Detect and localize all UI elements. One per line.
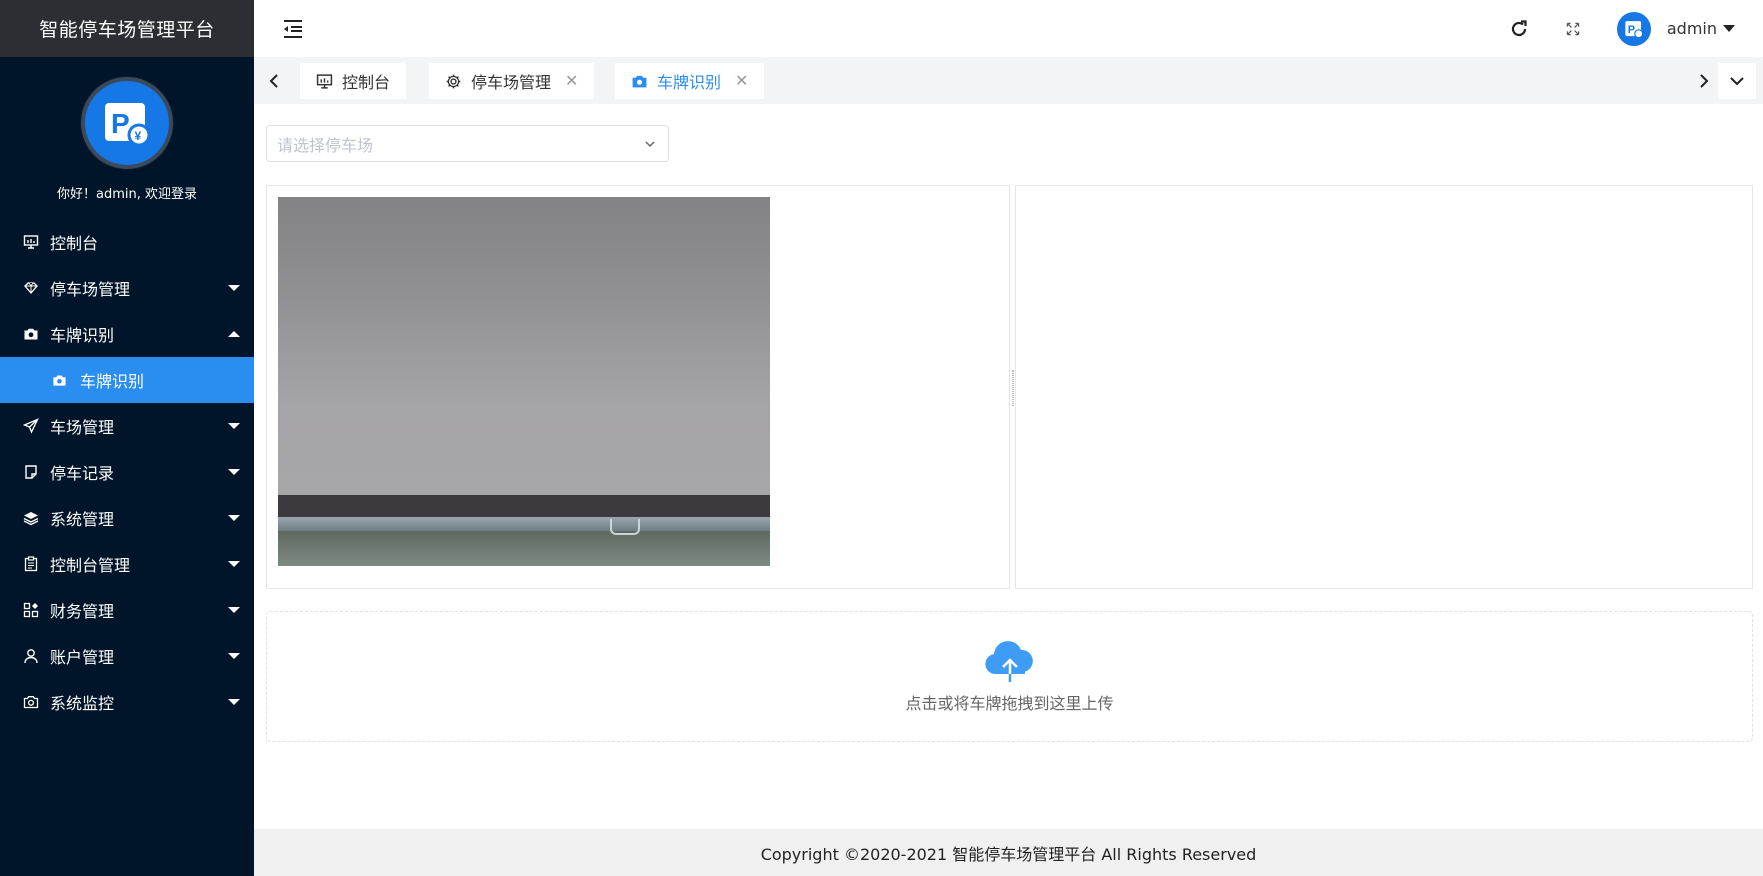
layers-icon <box>22 509 40 527</box>
svg-text:P: P <box>1628 23 1635 35</box>
sidebar-item-dashboard[interactable]: 控制台 <box>0 219 254 265</box>
sidebar-item-label: 停车记录 <box>50 464 115 483</box>
sidebar-item-label: 账户管理 <box>50 648 115 667</box>
refresh-icon <box>1511 19 1527 36</box>
app-root: 智能停车场管理平台 P ¥ 你好！admin, 欢迎登录 控制台 停车场管理 车… <box>0 0 1763 876</box>
camera-icon <box>22 325 40 343</box>
svg-text:P: P <box>111 108 130 139</box>
close-icon[interactable]: ✕ <box>565 73 578 89</box>
user-profile: P ¥ 你好！admin, 欢迎登录 <box>0 57 254 205</box>
user-icon <box>22 647 40 665</box>
chevron-down-icon <box>1730 77 1744 86</box>
sidebar-item-console-management[interactable]: 控制台管理 <box>0 541 254 587</box>
result-panel <box>1015 185 1753 589</box>
camera-icon <box>52 371 70 389</box>
tabs-scroll-left-button[interactable] <box>260 65 288 97</box>
sidebar-item-account[interactable]: 账户管理 <box>0 633 254 679</box>
fullscreen-icon <box>1566 22 1580 35</box>
sidebar-menu: 控制台 停车场管理 车牌识别 车牌识别 车场管理 停车记录 系统管理 控制台管理… <box>0 219 254 725</box>
app-title: 智能停车场管理平台 <box>0 0 254 57</box>
uploaded-plate-image <box>278 197 770 566</box>
diamond-icon <box>22 279 40 297</box>
note-icon <box>22 463 40 481</box>
chevron-down-icon <box>228 515 240 521</box>
tab-plate-recognition[interactable]: 车牌识别 ✕ <box>615 63 765 99</box>
avatar[interactable]: P <box>1616 11 1651 46</box>
gear-icon <box>445 72 463 90</box>
chevron-down-icon <box>645 141 655 148</box>
parking-logo-icon: P <box>1625 20 1644 38</box>
sidebar-item-label: 车场管理 <box>50 418 115 437</box>
tab-label: 车牌识别 <box>657 73 722 92</box>
source-image-panel <box>266 185 1010 589</box>
copyright-text: Copyright ©2020-2021 智能停车场管理平台 All Right… <box>760 844 1257 864</box>
sidebar-item-label: 车牌识别 <box>50 326 115 345</box>
avatar: P ¥ <box>81 77 173 169</box>
chevron-down-icon <box>228 607 240 613</box>
chevron-down-icon <box>228 469 240 475</box>
chevron-left-icon <box>269 74 278 88</box>
send-icon <box>22 417 40 435</box>
apps-icon <box>22 601 40 619</box>
main-content: 请选择停车场 点击或将车牌拖拽到这里上传 <box>254 104 1763 829</box>
clipboard-icon <box>22 555 40 573</box>
svg-text:¥: ¥ <box>135 129 142 143</box>
sidebar-item-monitoring[interactable]: 系统监控 <box>0 679 254 725</box>
parking-logo-icon: P ¥ <box>105 103 151 147</box>
refresh-button[interactable] <box>1509 19 1529 39</box>
sidebar-item-system-management[interactable]: 系统管理 <box>0 495 254 541</box>
fullscreen-button[interactable] <box>1563 19 1583 39</box>
sidebar-item-lot-management[interactable]: 车场管理 <box>0 403 254 449</box>
tab-label: 停车场管理 <box>471 73 552 92</box>
upload-hint-text: 点击或将车牌拖拽到这里上传 <box>905 693 1114 713</box>
parking-lot-select[interactable]: 请选择停车场 <box>266 125 669 162</box>
sidebar: 智能停车场管理平台 P ¥ 你好！admin, 欢迎登录 控制台 停车场管理 车… <box>0 0 254 876</box>
header-actions: P admin <box>1509 0 1763 57</box>
submenu-item-label: 车牌识别 <box>80 372 145 391</box>
plate-upload-dropzone[interactable]: 点击或将车牌拖拽到这里上传 <box>266 611 1753 742</box>
monitor-icon <box>316 72 334 90</box>
tabs-scroll-right-button[interactable] <box>1690 65 1718 97</box>
drag-handle-icon[interactable] <box>1012 370 1014 406</box>
select-placeholder: 请选择停车场 <box>277 135 374 155</box>
tabs-menu-button[interactable] <box>1718 63 1756 99</box>
menu-fold-icon <box>284 19 302 38</box>
chevron-down-icon <box>228 699 240 705</box>
chevron-down-icon <box>228 285 240 291</box>
sidebar-item-label: 停车场管理 <box>50 280 131 299</box>
sidebar-item-parking-records[interactable]: 停车记录 <box>0 449 254 495</box>
submenu-item-plate-recognition[interactable]: 车牌识别 <box>0 357 254 403</box>
sidebar-item-label: 系统管理 <box>50 510 115 529</box>
camera-icon <box>631 72 649 90</box>
footer: Copyright ©2020-2021 智能停车场管理平台 All Right… <box>254 829 1763 876</box>
tabs-bar: 控制台 停车场管理 ✕ 车牌识别 ✕ <box>254 57 1763 104</box>
chevron-down-icon <box>228 423 240 429</box>
sidebar-item-parking-lot[interactable]: 停车场管理 <box>0 265 254 311</box>
sidebar-item-plate-recognition[interactable]: 车牌识别 <box>0 311 254 357</box>
tab-parking-lot[interactable]: 停车场管理 ✕ <box>429 63 595 99</box>
sidebar-item-label: 财务管理 <box>50 602 115 621</box>
chevron-up-icon <box>228 331 240 337</box>
cloud-upload-icon <box>984 640 1033 682</box>
chevron-down-icon <box>228 653 240 659</box>
top-header: P admin <box>254 0 1763 57</box>
collapse-menu-button[interactable] <box>282 18 304 40</box>
tab-label: 控制台 <box>342 73 391 92</box>
sidebar-item-label: 系统监控 <box>50 694 115 713</box>
caret-down-icon[interactable] <box>1723 25 1735 32</box>
sidebar-item-label: 控制台 <box>50 234 99 253</box>
username[interactable]: admin <box>1667 19 1717 38</box>
welcome-text: 你好！admin, 欢迎登录 <box>57 187 197 202</box>
sidebar-item-label: 控制台管理 <box>50 556 131 575</box>
chevron-down-icon <box>228 561 240 567</box>
monitor-icon <box>22 233 40 251</box>
close-icon[interactable]: ✕ <box>735 73 748 89</box>
camera-outline-icon <box>22 693 40 711</box>
sidebar-item-finance[interactable]: 财务管理 <box>0 587 254 633</box>
tab-dashboard[interactable]: 控制台 <box>300 63 407 99</box>
chevron-right-icon <box>1700 74 1709 88</box>
